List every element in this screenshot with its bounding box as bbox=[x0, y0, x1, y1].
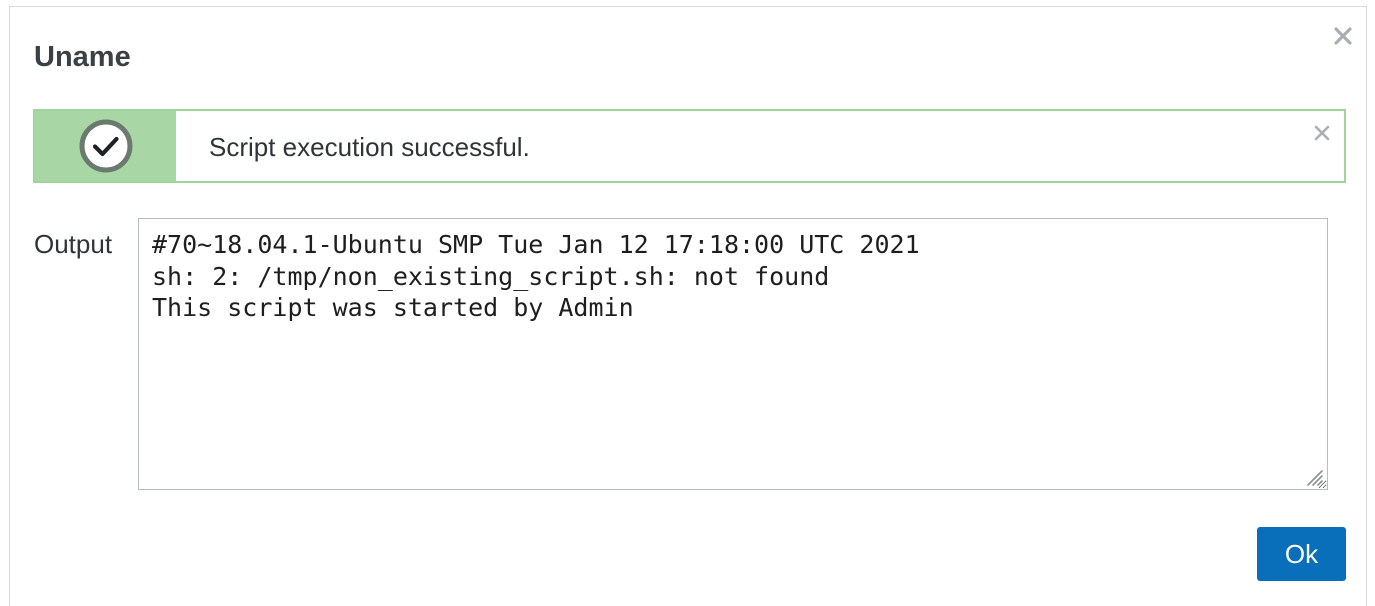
close-icon bbox=[1314, 125, 1330, 141]
dialog-close-button[interactable] bbox=[1328, 21, 1358, 51]
message-icon-cell bbox=[35, 111, 176, 181]
ok-button[interactable]: Ok bbox=[1257, 527, 1346, 581]
message-text: Script execution successful. bbox=[209, 132, 530, 162]
check-circle-icon bbox=[79, 119, 132, 173]
output-textarea[interactable]: #70~18.04.1-Ubuntu SMP Tue Jan 12 17:18:… bbox=[138, 218, 1328, 490]
output-label: Output bbox=[34, 229, 113, 259]
success-message: Script execution successful. bbox=[33, 109, 1346, 183]
close-icon bbox=[1334, 27, 1352, 45]
script-result-dialog: Uname Script execution successful. Outpu… bbox=[9, 6, 1367, 606]
message-close-button[interactable] bbox=[1310, 121, 1334, 145]
dialog-title: Uname bbox=[34, 41, 131, 73]
